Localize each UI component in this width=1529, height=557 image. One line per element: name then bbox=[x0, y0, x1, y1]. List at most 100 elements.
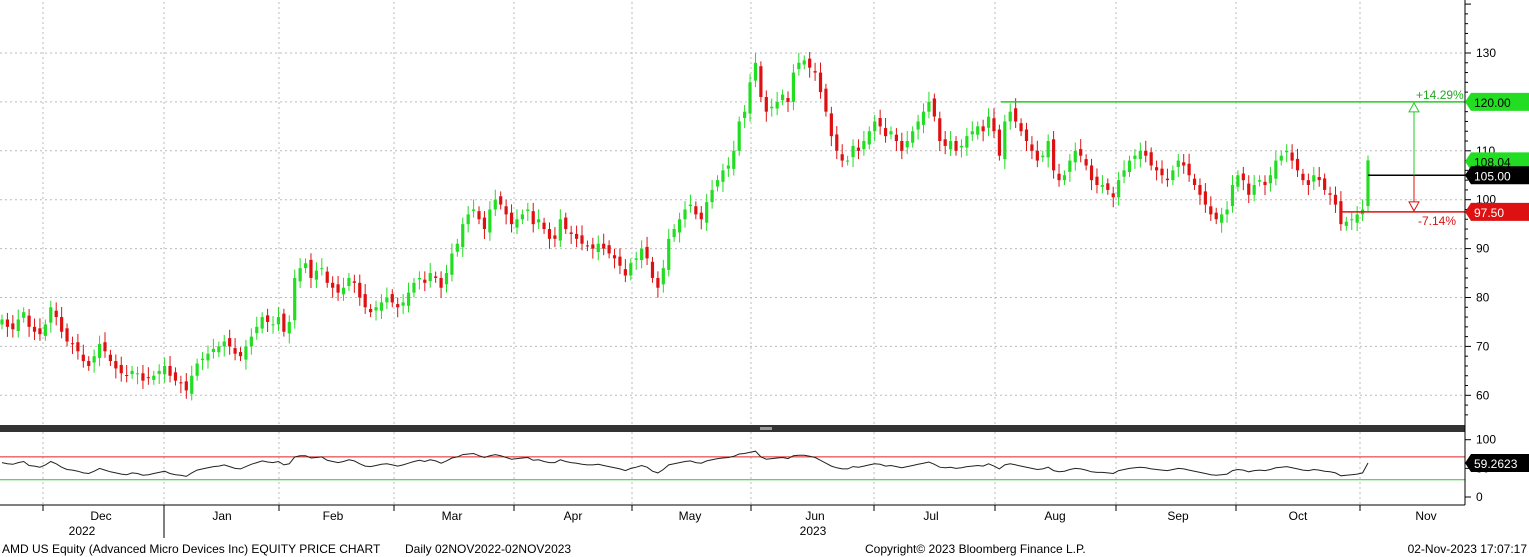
x-tick-label: Jun bbox=[805, 509, 824, 523]
candle-body bbox=[146, 377, 150, 379]
candle-body bbox=[526, 209, 530, 211]
candle-body bbox=[1014, 108, 1018, 122]
candle-body bbox=[1062, 175, 1067, 181]
candle-body bbox=[293, 277, 297, 321]
candle-body bbox=[423, 279, 427, 283]
candle-body bbox=[1149, 152, 1153, 166]
candle-body bbox=[1117, 180, 1121, 198]
candle-body bbox=[1182, 162, 1186, 166]
candle-body bbox=[417, 277, 421, 280]
candle-body bbox=[1144, 150, 1148, 156]
candle-body bbox=[1111, 193, 1115, 198]
candle-body bbox=[276, 317, 281, 325]
candle-body bbox=[0, 319, 4, 325]
candle-body bbox=[851, 145, 855, 158]
candle-body bbox=[775, 101, 779, 109]
candle-body bbox=[623, 269, 627, 276]
candle-body bbox=[16, 319, 20, 331]
candle bbox=[759, 61, 763, 102]
candle-body bbox=[786, 97, 790, 102]
candle-body bbox=[287, 321, 291, 334]
candle-body bbox=[802, 60, 806, 65]
candle-body bbox=[260, 317, 264, 329]
candle-body bbox=[1323, 178, 1327, 190]
candle-body bbox=[867, 131, 871, 145]
x-tick-label: Dec bbox=[90, 509, 111, 523]
candle-body bbox=[320, 268, 324, 270]
candle-body bbox=[249, 336, 253, 347]
candle-body bbox=[1236, 175, 1240, 187]
rsi-value-tag: 59.2623 bbox=[1465, 454, 1529, 473]
target-pct-label: +14.29% bbox=[1416, 88, 1464, 102]
candle bbox=[997, 124, 1001, 161]
candle-body bbox=[710, 189, 714, 203]
candle-body bbox=[640, 248, 644, 261]
candle-body bbox=[477, 211, 481, 220]
footer-ticker: AMD US Equity (Advanced Micro Devices In… bbox=[2, 542, 381, 556]
stop-price-tag: 97.50 bbox=[1465, 202, 1529, 221]
candle-body bbox=[721, 170, 725, 182]
candle-body bbox=[114, 361, 118, 369]
candle-body bbox=[878, 118, 882, 127]
candle-body bbox=[504, 206, 508, 215]
candle-body bbox=[959, 145, 964, 148]
candle-body bbox=[1138, 150, 1142, 160]
candle-body bbox=[1084, 159, 1088, 166]
candle-body bbox=[650, 261, 655, 278]
candle-body bbox=[585, 245, 590, 247]
rsi-tick-label: 100 bbox=[1476, 433, 1496, 447]
footer-timestamp: 02-Nov-2023 17:07:17 bbox=[1407, 542, 1527, 556]
x-tick-label: Aug bbox=[1044, 509, 1065, 523]
candle bbox=[824, 83, 828, 117]
candle-body bbox=[455, 243, 459, 252]
candle-body bbox=[537, 219, 541, 223]
candle-body bbox=[1241, 173, 1245, 181]
candle-body bbox=[688, 204, 693, 207]
candle-body bbox=[753, 62, 758, 81]
candle-body bbox=[905, 141, 909, 148]
candle-body bbox=[1312, 175, 1316, 182]
candle-body bbox=[726, 165, 730, 169]
candle-body bbox=[656, 277, 660, 288]
candle-body bbox=[824, 88, 828, 112]
candle-body bbox=[331, 282, 335, 288]
candle-body bbox=[336, 284, 340, 293]
year-label: 2022 bbox=[69, 524, 96, 538]
candle-body bbox=[157, 370, 161, 375]
candle-body bbox=[1079, 149, 1083, 156]
candle-body bbox=[1046, 141, 1050, 158]
candle-body bbox=[927, 101, 931, 112]
target-price-tag: 120.00 bbox=[1465, 92, 1529, 111]
candle-body bbox=[374, 307, 378, 311]
candle-body bbox=[1057, 173, 1061, 181]
candle-body bbox=[764, 97, 768, 112]
candle-body bbox=[542, 222, 546, 230]
candle-body bbox=[130, 370, 134, 375]
candle-body bbox=[439, 277, 443, 288]
candle-body bbox=[92, 356, 96, 363]
candle-body bbox=[780, 94, 785, 101]
candle-body bbox=[667, 238, 671, 270]
candle-body bbox=[358, 282, 362, 298]
candle-body bbox=[1225, 209, 1229, 215]
candle-body bbox=[49, 307, 53, 323]
candle-body bbox=[677, 219, 682, 233]
candle-body bbox=[488, 209, 492, 233]
candle-body bbox=[840, 154, 844, 161]
candle-body bbox=[390, 294, 394, 303]
candle-body bbox=[515, 219, 519, 228]
candle-body bbox=[1252, 185, 1256, 195]
candle-body bbox=[612, 255, 617, 259]
panel-divider bbox=[0, 425, 1465, 432]
candle-body bbox=[341, 287, 346, 295]
candle-body bbox=[184, 381, 188, 391]
candle-body bbox=[163, 365, 167, 375]
candle-body bbox=[1030, 144, 1034, 151]
candle-body bbox=[699, 212, 703, 220]
candle-body bbox=[911, 131, 915, 143]
entry-price-tag: 105.00 bbox=[1465, 166, 1529, 185]
candle-body bbox=[238, 352, 243, 357]
candle-body bbox=[1003, 121, 1007, 160]
stop-pct-label: -7.14% bbox=[1418, 214, 1456, 228]
candle-body bbox=[1366, 160, 1370, 207]
